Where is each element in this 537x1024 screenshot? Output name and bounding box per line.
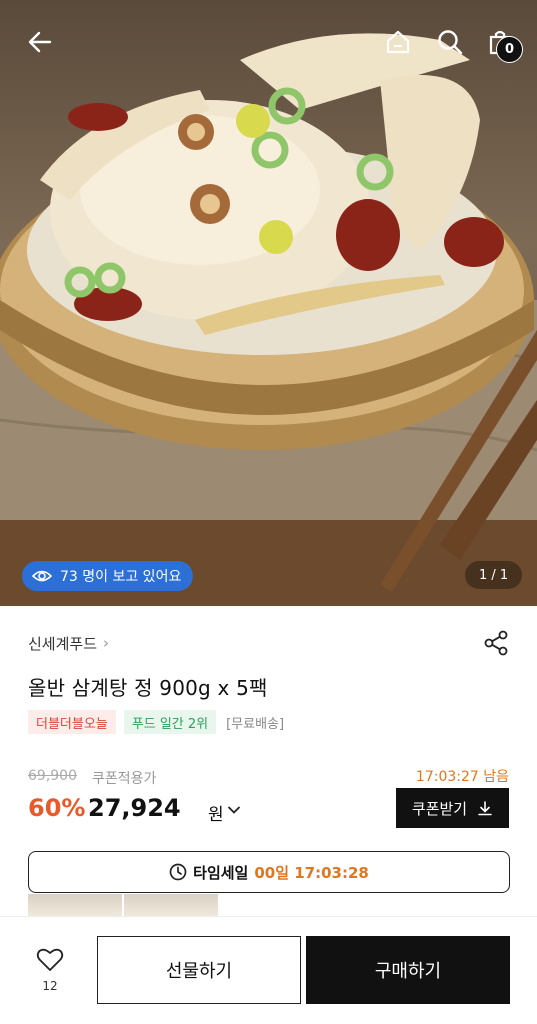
- home-button[interactable]: [378, 22, 418, 62]
- viewers-text: 73 명이 보고 있어요: [60, 569, 182, 585]
- cart-count-badge: 0: [496, 36, 523, 63]
- top-bar: 0: [0, 0, 537, 84]
- product-title: 올반 삼계탕 정 900g x 5팩: [28, 676, 268, 700]
- original-price: 69,900: [28, 768, 77, 784]
- coupon-button-label: 쿠폰받기: [411, 799, 468, 818]
- brand-link[interactable]: 신세계푸드 ›: [28, 633, 109, 654]
- eye-icon: [32, 570, 52, 582]
- sale-price: 27,924: [88, 794, 181, 822]
- tag-free-shipping: [무료배송]: [226, 716, 285, 732]
- discount-rate: 60%: [28, 794, 86, 822]
- currency-label: 원: [208, 805, 224, 825]
- time-sale-banner: 타임세일 00일 17:03:28: [28, 851, 510, 893]
- price-block: 69,900 쿠폰적용가 17:03:27 남음 60% 27,924 원 쿠폰…: [28, 766, 509, 836]
- search-icon: [438, 30, 463, 55]
- chevron-right-icon: ›: [103, 634, 110, 652]
- product-tags: 더블더블오늘 푸드 일간 2위 [무료배송]: [28, 710, 286, 734]
- share-icon: [484, 630, 508, 656]
- search-button[interactable]: [430, 22, 470, 62]
- tag-food-rank: 푸드 일간 2위: [123, 710, 217, 734]
- like-count: 12: [42, 979, 58, 993]
- download-icon: [478, 801, 492, 816]
- chevron-down-icon[interactable]: [227, 803, 241, 817]
- time-sale-countdown: 00일 17:03:28: [254, 863, 369, 882]
- get-coupon-button[interactable]: 쿠폰받기: [396, 788, 509, 828]
- back-button[interactable]: [20, 22, 60, 62]
- home-icon: [386, 30, 410, 54]
- samgyetang-photo: [0, 33, 537, 606]
- product-image[interactable]: 0 73 명이 보고 있어요 1 / 1: [0, 0, 537, 606]
- arrow-left-icon: [28, 31, 52, 53]
- time-sale-label: 타임세일: [193, 863, 249, 882]
- buy-button[interactable]: 구매하기: [306, 936, 510, 1004]
- like-button[interactable]: 12: [30, 947, 70, 993]
- tag-double-double: 더블더블오늘: [28, 710, 116, 734]
- share-button[interactable]: [483, 630, 509, 656]
- detail-thumbnail[interactable]: [28, 894, 122, 916]
- detail-thumbnail[interactable]: [124, 894, 218, 916]
- brand-name: 신세계푸드: [28, 634, 98, 653]
- gift-button[interactable]: 선물하기: [97, 936, 301, 1004]
- detail-image-strip: [28, 894, 218, 916]
- clock-icon: [169, 863, 187, 881]
- brand-row: 신세계푸드 ›: [28, 630, 509, 656]
- viewers-badge: 73 명이 보고 있어요: [22, 561, 194, 591]
- bottom-action-bar: 12 선물하기 구매하기: [0, 916, 537, 1024]
- heart-icon: [36, 948, 64, 971]
- coupon-price-note: 쿠폰적용가: [92, 771, 157, 787]
- image-pager: 1 / 1: [465, 561, 523, 589]
- time-remaining: 17:03:27 남음: [415, 769, 509, 785]
